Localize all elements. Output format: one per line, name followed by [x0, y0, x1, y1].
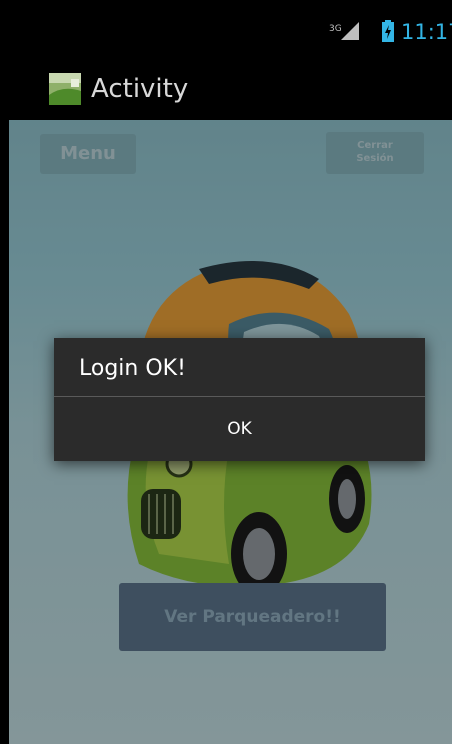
app-title: Activity	[91, 74, 189, 104]
action-bar: Activity	[9, 58, 452, 120]
signal-icon	[341, 22, 359, 40]
ok-button[interactable]: OK	[54, 397, 425, 461]
login-dialog: Login OK! OK	[54, 338, 425, 461]
screen-edge	[0, 0, 9, 744]
network-type-label: 3G	[329, 24, 342, 34]
battery-icon	[382, 20, 394, 42]
app-launcher-icon[interactable]	[49, 73, 81, 105]
status-bar: 3G 11:17	[9, 0, 452, 58]
dialog-message: Login OK!	[79, 356, 186, 381]
clock: 11:17	[401, 20, 452, 44]
device-screen: 3G 11:17 Activity Menu Cerrar Sesión	[0, 0, 452, 744]
